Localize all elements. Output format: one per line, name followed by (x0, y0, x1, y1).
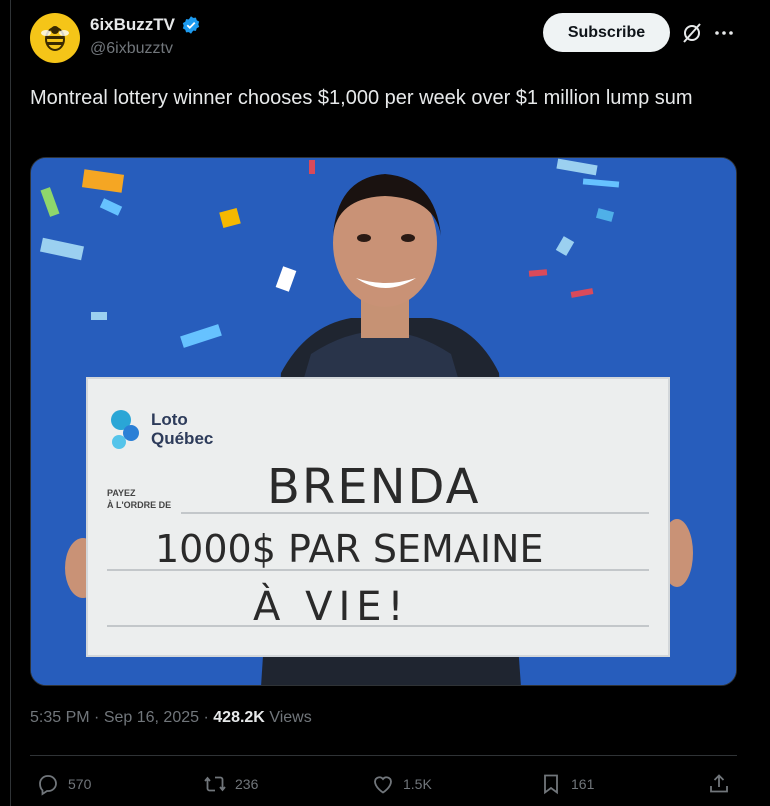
author-name[interactable]: 6ixBuzzTV (90, 15, 201, 35)
avatar[interactable] (30, 13, 80, 63)
post-date[interactable]: Sep 16, 2025 (104, 709, 199, 726)
bookmark-count: 161 (571, 776, 595, 792)
cheque-brand-line1: Loto (151, 410, 188, 429)
post-time[interactable]: 5:35 PM (30, 709, 90, 726)
cheque-payee-label-1: PAYEZ (107, 488, 136, 498)
bee-logo-icon (41, 26, 69, 51)
grok-icon[interactable] (680, 21, 704, 45)
meta-separator: · (94, 709, 100, 726)
cheque-line1: BRENDA (267, 459, 480, 515)
post-metadata: 5:35 PM · Sep 16, 2025 · 428.2K Views (30, 709, 312, 727)
post-image[interactable]: Loto Québec PAYEZ À L'ORDRE DE BRENDA 10… (30, 157, 737, 686)
reply-button[interactable]: 570 (36, 772, 91, 796)
cheque-payee-label-2: À L'ORDRE DE (107, 500, 171, 510)
column-border (10, 0, 11, 806)
post-text: Montreal lottery winner chooses $1,000 p… (30, 87, 693, 109)
bookmark-icon (544, 774, 558, 795)
share-button[interactable] (707, 772, 731, 796)
meta-separator: · (203, 709, 209, 726)
repost-button[interactable]: 236 (203, 772, 258, 796)
giant-cheque: Loto Québec PAYEZ À L'ORDRE DE BRENDA 10… (86, 377, 670, 657)
repost-icon (204, 776, 226, 792)
verified-badge-icon (182, 16, 200, 34)
author-handle[interactable]: @6ixbuzztv (90, 40, 173, 58)
like-button[interactable]: 1.5K (371, 772, 432, 796)
more-icon[interactable] (712, 21, 736, 45)
bookmark-button[interactable]: 161 (539, 772, 594, 796)
subscribe-button[interactable]: Subscribe (543, 13, 670, 52)
share-icon (710, 774, 728, 793)
reply-count: 570 (68, 776, 92, 792)
cheque-brand-line2: Québec (151, 429, 213, 448)
views-label: Views (269, 709, 312, 726)
like-icon (374, 776, 392, 794)
cheque-line2: 1000$ PAR SEMAINE (155, 527, 543, 571)
author-display-name[interactable]: 6ixBuzzTV (90, 15, 175, 35)
views-count: 428.2K (213, 709, 265, 726)
repost-count: 236 (235, 776, 259, 792)
divider (30, 755, 737, 756)
like-count: 1.5K (403, 776, 432, 792)
reply-icon (39, 775, 57, 796)
cheque-line3: À VIE! (253, 582, 410, 630)
lottery-winner-photo: Loto Québec PAYEZ À L'ORDRE DE BRENDA 10… (31, 158, 736, 685)
